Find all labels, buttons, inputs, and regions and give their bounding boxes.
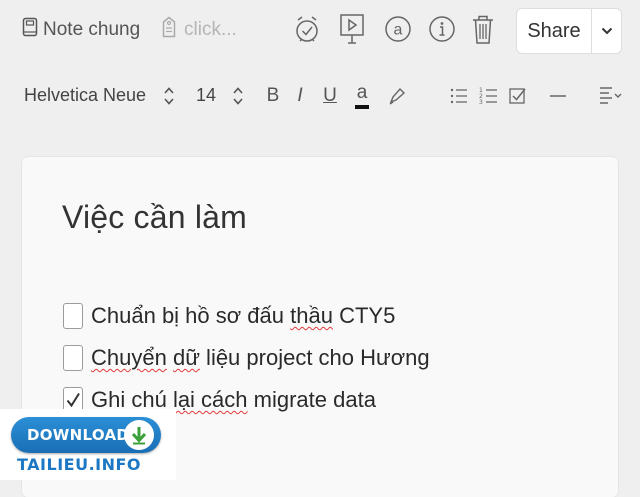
format-toolbar: Helvetica Neue 14 B I U a 123 xyxy=(0,78,640,114)
share-button-group: Share xyxy=(516,8,622,54)
tag-input[interactable]: click... xyxy=(162,16,237,44)
presentation-icon[interactable] xyxy=(337,12,367,46)
font-family-select[interactable]: Helvetica Neue xyxy=(24,85,146,106)
font-size-stepper-icon[interactable] xyxy=(231,84,245,108)
svg-text:a: a xyxy=(394,22,403,39)
at-icon[interactable]: a xyxy=(383,12,413,46)
site-name: TAILIEU.INFO xyxy=(17,455,142,474)
tag-placeholder: click... xyxy=(184,19,237,40)
note-title[interactable]: Việc cần làm xyxy=(62,199,247,236)
todo-item: Chuyển dữ liệu project cho Hương xyxy=(63,337,430,379)
download-label: DOWNLOAD xyxy=(27,426,130,444)
todo-text[interactable]: Chuyển dữ liệu project cho Hương xyxy=(91,345,430,371)
font-family-stepper-icon[interactable] xyxy=(162,84,176,108)
download-watermark: DOWNLOAD TAILIEU.INFO xyxy=(0,409,176,480)
font-size-select[interactable]: 14 xyxy=(196,85,216,106)
reminder-icon[interactable] xyxy=(292,12,322,46)
text-color-button[interactable]: a xyxy=(350,82,374,110)
horizontal-rule-icon[interactable] xyxy=(546,82,570,110)
todo-item: Chuẩn bị hồ sơ đấu thầu CTY5 xyxy=(63,295,430,337)
todo-list: Chuẩn bị hồ sơ đấu thầu CTY5 Chuyển dữ l… xyxy=(63,295,430,421)
tag-icon xyxy=(162,16,176,44)
share-dropdown-button[interactable] xyxy=(591,9,621,53)
align-icon[interactable] xyxy=(598,82,622,110)
notebook-name: Note chung xyxy=(43,19,141,40)
note-toolbar: Note chung click... a Share xyxy=(0,0,640,62)
info-icon[interactable] xyxy=(427,12,457,46)
notebook-selector[interactable]: Note chung xyxy=(22,16,140,44)
notebook-icon xyxy=(22,17,38,43)
bullet-list-icon[interactable] xyxy=(447,82,471,110)
text-color-label: a xyxy=(356,81,368,103)
italic-button[interactable]: I xyxy=(288,82,312,110)
text-color-swatch xyxy=(355,104,369,109)
download-arrow-icon xyxy=(124,420,154,450)
chevron-down-icon xyxy=(601,22,613,40)
svg-text:3: 3 xyxy=(479,99,483,106)
todo-text[interactable]: Chuẩn bị hồ sơ đấu thầu CTY5 xyxy=(91,303,395,329)
download-badge: DOWNLOAD xyxy=(11,417,161,453)
underline-button[interactable]: U xyxy=(318,82,342,110)
todo-checkbox[interactable] xyxy=(63,345,83,371)
trash-icon[interactable] xyxy=(468,12,498,46)
highlighter-icon[interactable] xyxy=(385,82,409,110)
checkbox-icon[interactable] xyxy=(506,82,530,110)
share-button[interactable]: Share xyxy=(517,9,591,53)
numbered-list-icon[interactable]: 123 xyxy=(477,82,501,110)
todo-checkbox[interactable] xyxy=(63,303,83,329)
bold-button[interactable]: B xyxy=(261,82,285,110)
